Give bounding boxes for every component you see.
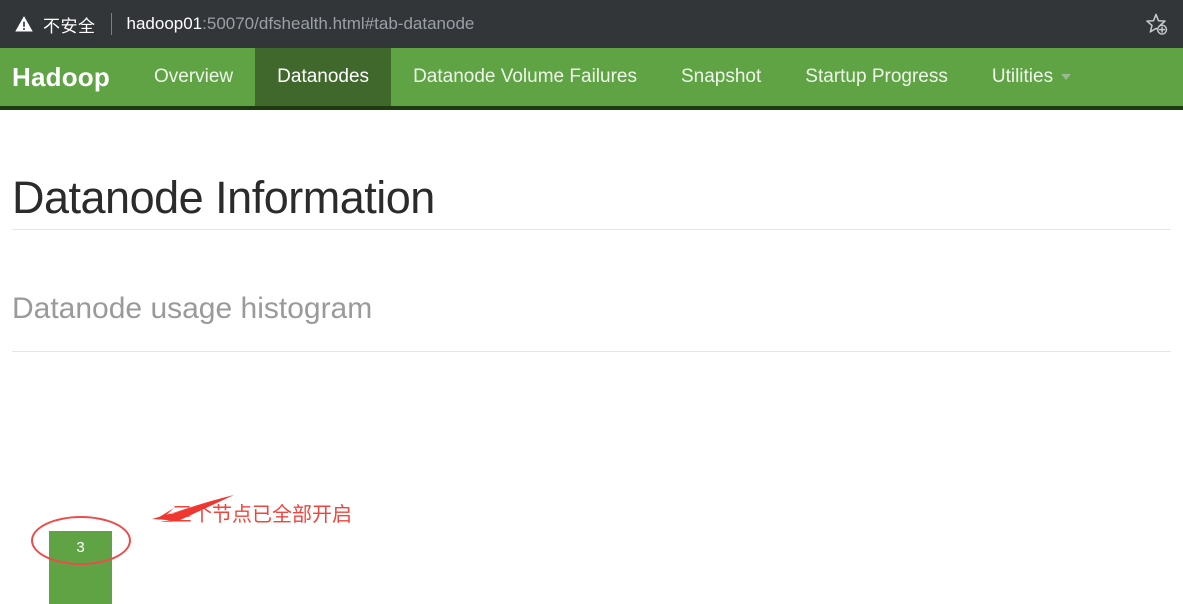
nav-item-utilities[interactable]: Utilities bbox=[970, 48, 1093, 106]
page-content: Datanode Information Datanode usage hist… bbox=[0, 110, 1183, 604]
nav-item-startup-progress[interactable]: Startup Progress bbox=[783, 48, 970, 106]
chevron-down-icon bbox=[1061, 74, 1072, 80]
datanode-usage-histogram: 3 0 10 20 30 40 50 60 70 80 Disk usage o… bbox=[0, 351, 1183, 604]
nav-item-snapshot[interactable]: Snapshot bbox=[659, 48, 783, 106]
annotation-ellipse bbox=[31, 516, 131, 565]
nav-item-utilities-label: Utilities bbox=[991, 66, 1054, 87]
brand-hadoop[interactable]: Hadoop bbox=[0, 48, 132, 106]
url-host: hadoop01 bbox=[126, 14, 203, 33]
omnibox-divider bbox=[110, 13, 112, 35]
hadoop-navbar: Hadoop Overview Datanodes Datanode Volum… bbox=[0, 48, 1183, 110]
warning-triangle-icon[interactable] bbox=[14, 14, 34, 34]
section-heading-histogram: Datanode usage histogram bbox=[12, 292, 373, 325]
bookmark-star-plus-icon[interactable] bbox=[1139, 7, 1173, 41]
nav-item-overview[interactable]: Overview bbox=[132, 48, 255, 106]
url-text[interactable]: hadoop01:50070/dfshealth.html#tab-datano… bbox=[127, 14, 475, 34]
nav-item-datanodes[interactable]: Datanodes bbox=[255, 48, 392, 106]
address-bar[interactable]: 不安全 hadoop01:50070/dfshealth.html#tab-da… bbox=[14, 7, 1183, 41]
nav-item-datanode-volume-failures[interactable]: Datanode Volume Failures bbox=[391, 48, 659, 106]
security-status-label: 不安全 bbox=[43, 16, 96, 36]
url-path: :50070/dfshealth.html#tab-datanode bbox=[202, 14, 475, 33]
browser-toolbar: 不安全 hadoop01:50070/dfshealth.html#tab-da… bbox=[0, 0, 1183, 48]
annotation-text: 三个节点已全部开启 bbox=[172, 504, 352, 526]
star-plus-icon-glyph bbox=[1146, 13, 1168, 35]
page-title: Datanode Information bbox=[12, 172, 435, 223]
title-divider bbox=[12, 229, 1171, 230]
